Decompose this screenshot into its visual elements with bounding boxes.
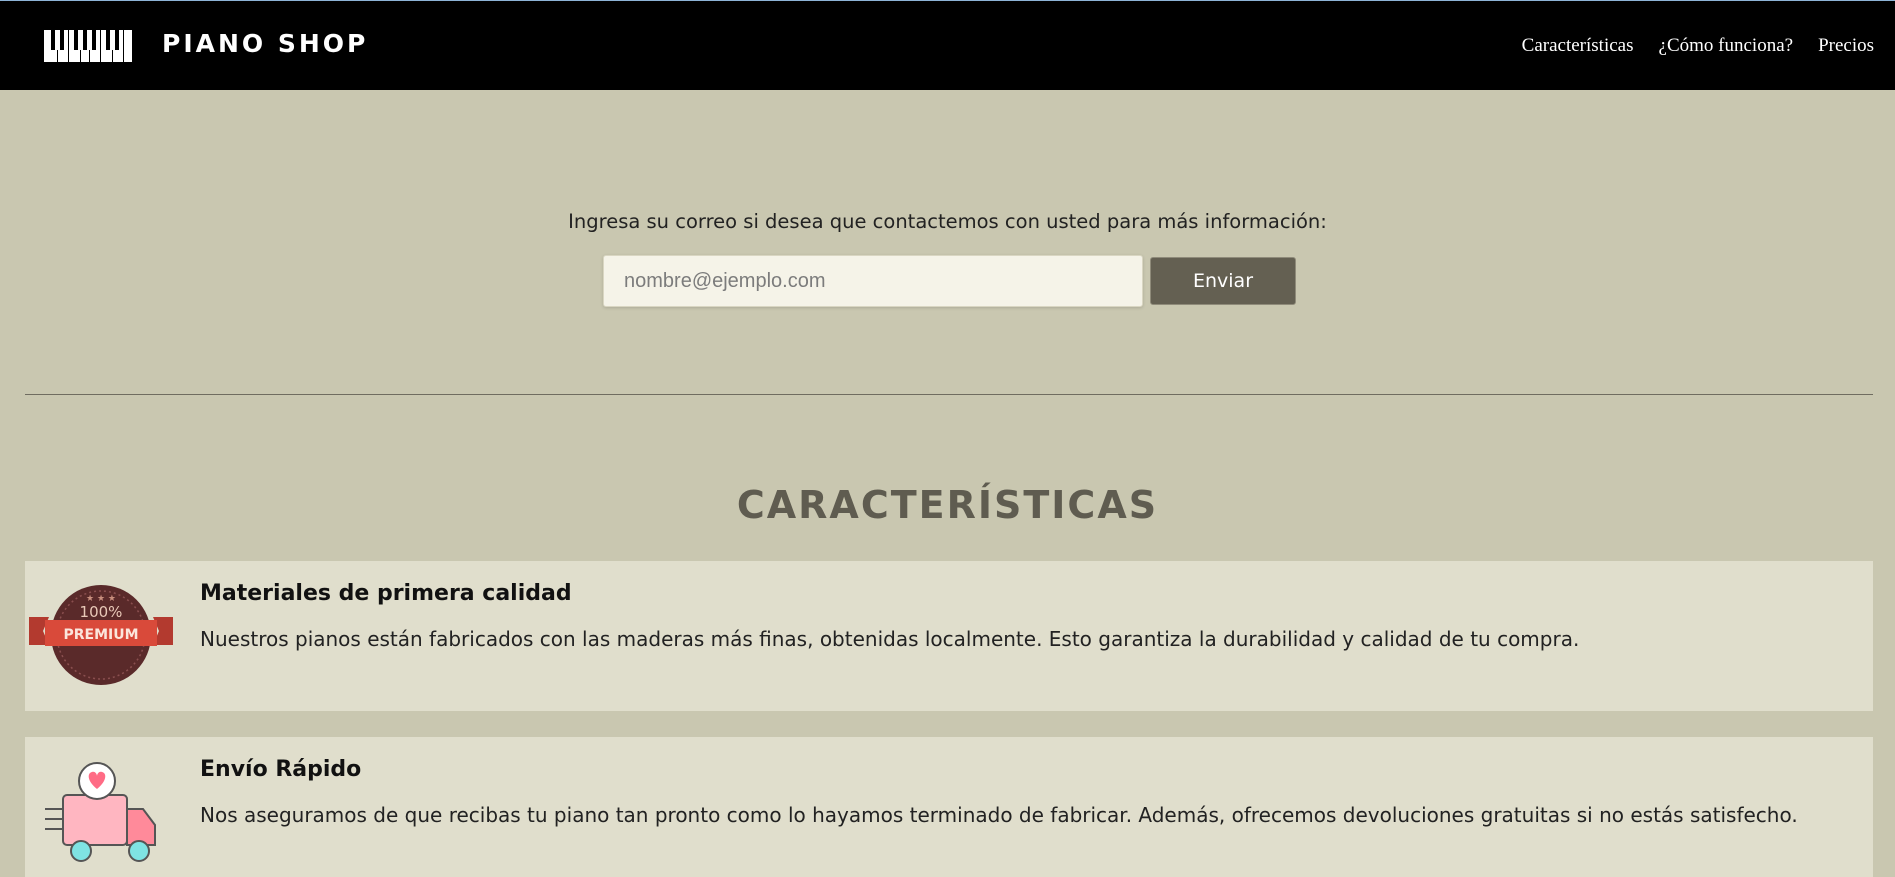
badge-label: PREMIUM	[63, 627, 138, 643]
signup-prompt: Ingresa su correo si desea que contactem…	[568, 210, 1327, 233]
submit-button[interactable]: Enviar	[1150, 257, 1296, 305]
feature-card: 100% PREMIUM ★ ★ ★ Materiales de primera…	[25, 561, 1873, 711]
badge-percent: 100%	[80, 603, 123, 621]
feature-card: Envío Rápido Nos aseguramos de que recib…	[25, 737, 1873, 877]
feature-title: Materiales de primera calidad	[200, 581, 572, 606]
nav-link-precios[interactable]: Precios	[1818, 35, 1874, 57]
site-header: PIANO SHOP Características ¿Cómo funcion…	[0, 0, 1895, 90]
nav-link-caracteristicas[interactable]: Características	[1522, 35, 1634, 57]
svg-text:★ ★ ★: ★ ★ ★	[86, 594, 116, 604]
nav-link-como-funciona[interactable]: ¿Cómo funciona?	[1659, 35, 1794, 57]
feature-description: Nuestros pianos están fabricados con las…	[200, 627, 1580, 651]
brand-name: PIANO SHOP	[162, 29, 369, 58]
feature-title: Envío Rápido	[200, 757, 362, 782]
piano-keys-logo-icon[interactable]	[44, 28, 132, 64]
feature-description: Nos aseguramos de que recibas tu piano t…	[200, 803, 1798, 827]
premium-badge-icon: 100% PREMIUM ★ ★ ★	[29, 585, 173, 685]
email-input[interactable]	[603, 255, 1143, 307]
features-title: CARACTERÍSTICAS	[736, 483, 1159, 527]
section-divider	[25, 394, 1873, 395]
main-nav: Características ¿Cómo funciona? Precios	[1522, 35, 1874, 57]
delivery-truck-icon	[45, 762, 156, 862]
